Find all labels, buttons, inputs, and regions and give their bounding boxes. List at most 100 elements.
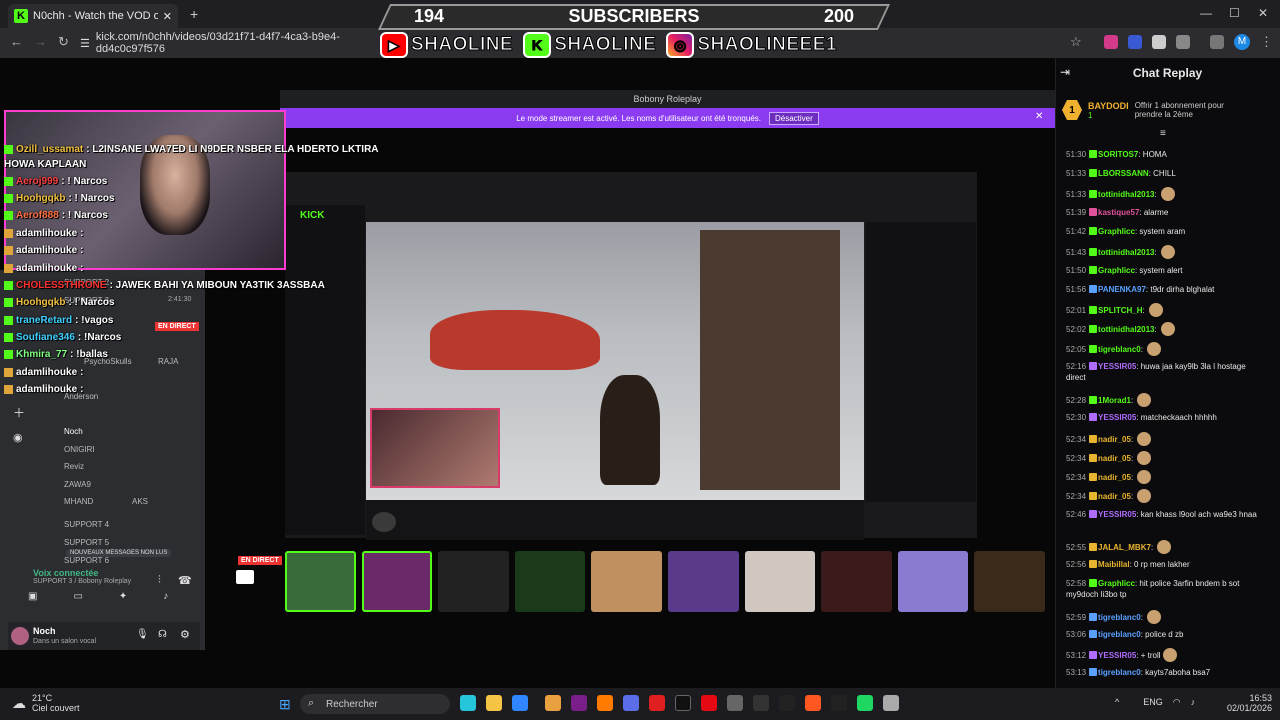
disable-streamer-mode-button[interactable]: Désactiver	[768, 111, 819, 125]
participant-avatar[interactable]	[668, 551, 739, 612]
spotify-icon[interactable]	[857, 695, 873, 711]
language-indicator[interactable]: ENG	[1143, 697, 1163, 708]
file-explorer-icon[interactable]	[486, 695, 502, 711]
fn-app-icon[interactable]	[675, 695, 691, 711]
screen-share-icon[interactable]: ▭	[73, 591, 82, 602]
youtube-icon[interactable]	[649, 695, 665, 711]
clock[interactable]: 16:53 02/01/2026	[1222, 693, 1272, 713]
message-username[interactable]: LBORSSANN	[1098, 169, 1149, 178]
app-icon[interactable]	[883, 695, 899, 711]
message-username[interactable]: YESSIR05	[1098, 362, 1136, 371]
member-aks[interactable]: AKS	[132, 497, 148, 506]
participant-avatar[interactable]	[285, 551, 356, 612]
participant-avatar[interactable]	[821, 551, 892, 612]
taskbar-search[interactable]: Rechercher	[300, 694, 450, 714]
message-username[interactable]: nadir_05	[1098, 492, 1131, 501]
voice-channel[interactable]: SUPPORT 3 / Bobony Roleplay	[8, 578, 200, 585]
channel-support-6[interactable]: SUPPORT 6	[64, 556, 109, 565]
app-icon[interactable]	[831, 695, 847, 711]
forward-icon[interactable]: →	[34, 34, 47, 49]
extension-icon[interactable]	[1152, 35, 1166, 49]
message-username[interactable]: tigreblanc0	[1098, 613, 1141, 622]
copilot-icon[interactable]	[460, 695, 476, 711]
message-username[interactable]: kastique57	[1098, 208, 1139, 217]
extension-icon[interactable]	[1104, 35, 1118, 49]
channel-support-5[interactable]: SUPPORT 5	[64, 538, 109, 547]
new-tab-icon[interactable]: +	[190, 6, 198, 22]
new-messages-pill[interactable]: NOUVEAUX MESSAGES NON LUS	[66, 549, 172, 557]
add-server-icon[interactable]: ＋	[13, 404, 25, 421]
app-icon[interactable]	[779, 695, 795, 711]
participant-avatar[interactable]	[897, 551, 969, 612]
message-username[interactable]: Graphlicc	[1098, 579, 1135, 588]
volume-icon[interactable]: ♪	[1191, 697, 1196, 708]
expand-icon[interactable]: ≡	[1160, 128, 1166, 139]
microphone-icon[interactable]: 🎙︎	[136, 629, 149, 640]
message-username[interactable]: tottinidhal2013	[1098, 325, 1154, 334]
headphones-icon[interactable]: ☊	[158, 629, 167, 640]
member-raja[interactable]: RAJA	[158, 357, 178, 366]
member-reviz[interactable]: Reviz	[64, 462, 84, 471]
firefox-icon[interactable]	[597, 695, 613, 711]
netflix-icon[interactable]	[701, 695, 717, 711]
message-username[interactable]: nadir_05	[1098, 454, 1131, 463]
app-icon[interactable]	[571, 695, 587, 711]
message-username[interactable]: Graphlicc	[1098, 266, 1135, 275]
app-icon[interactable]	[753, 695, 769, 711]
participant-avatar[interactable]	[591, 551, 663, 612]
disconnect-icon[interactable]: ☎	[178, 574, 192, 587]
member-onigiri[interactable]: ONIGIRI	[64, 445, 95, 454]
pinned-text[interactable]: Offrir 1 abonnement pour prendre la 2ème	[1135, 101, 1245, 119]
activity-icon[interactable]: ✦	[119, 591, 127, 602]
extensions-puzzle-icon[interactable]	[1176, 35, 1190, 49]
app-icon[interactable]	[545, 695, 561, 711]
participant-avatar[interactable]	[438, 551, 509, 612]
member-zawa9[interactable]: ZAWA9	[64, 480, 91, 489]
participant-avatar[interactable]	[361, 551, 433, 612]
close-tab-icon[interactable]: ✕	[163, 10, 172, 23]
message-username[interactable]: YESSIR05	[1098, 651, 1136, 660]
message-username[interactable]: tigreblanc0	[1098, 345, 1141, 354]
message-username[interactable]: YESSIR05	[1098, 413, 1136, 422]
screen-share-icon[interactable]	[236, 570, 254, 584]
message-username[interactable]: tigreblanc0	[1098, 630, 1141, 639]
message-username[interactable]: JALAL_MBK7	[1098, 543, 1151, 552]
member-noch[interactable]: Noch	[64, 427, 83, 436]
message-username[interactable]: SPLITCH_H	[1098, 306, 1142, 315]
participant-avatar[interactable]	[514, 551, 586, 612]
message-username[interactable]: PANENKA97	[1098, 285, 1146, 294]
discover-icon[interactable]: ◉	[13, 431, 23, 444]
reload-icon[interactable]: ↻	[58, 34, 69, 50]
member-mhand[interactable]: MHAND	[64, 497, 93, 506]
weather-widget[interactable]: ☁ 21°C Ciel couvert	[12, 693, 80, 713]
participant-avatar[interactable]	[974, 551, 1045, 612]
back-icon[interactable]: ←	[10, 34, 23, 49]
browser-menu-icon[interactable]: ⋮	[1260, 34, 1273, 50]
channel-support-4[interactable]: SUPPORT 4	[64, 520, 109, 529]
profile-avatar[interactable]: M	[1234, 34, 1250, 50]
site-info-icon[interactable]: ☰	[80, 37, 90, 50]
message-username[interactable]: SORITOS7	[1098, 150, 1138, 159]
chevron-up-icon[interactable]: ^	[1115, 697, 1119, 708]
participant-avatar[interactable]	[744, 551, 816, 612]
message-username[interactable]: 1Morad1	[1098, 396, 1131, 405]
reading-list-icon[interactable]	[1210, 35, 1224, 49]
close-window-icon[interactable]: ✕	[1258, 6, 1268, 20]
start-windows-icon[interactable]: ⊞	[279, 696, 291, 713]
wifi-icon[interactable]: ◠	[1173, 697, 1181, 708]
message-username[interactable]: nadir_05	[1098, 435, 1131, 444]
soundboard-icon[interactable]: ♪	[163, 591, 168, 602]
bookmark-star-icon[interactable]: ☆	[1070, 34, 1082, 50]
extension-icon[interactable]	[1128, 35, 1142, 49]
message-username[interactable]: YESSIR05	[1098, 510, 1136, 519]
close-banner-icon[interactable]: ✕	[1035, 111, 1043, 122]
teams-icon[interactable]	[623, 695, 639, 711]
message-username[interactable]: tottinidhal2013	[1098, 190, 1154, 199]
message-username[interactable]: Graphlicc	[1098, 227, 1135, 236]
camera-icon[interactable]: ▣	[28, 591, 37, 602]
noise-suppression-icon[interactable]: ⫶	[158, 574, 161, 587]
chrome-icon[interactable]	[512, 695, 528, 711]
brave-icon[interactable]	[805, 695, 821, 711]
message-username[interactable]: tigreblanc0	[1098, 668, 1141, 677]
user-panel[interactable]: Noch Dans un salon vocal 🎙︎ ☊ ⚙	[8, 622, 200, 650]
